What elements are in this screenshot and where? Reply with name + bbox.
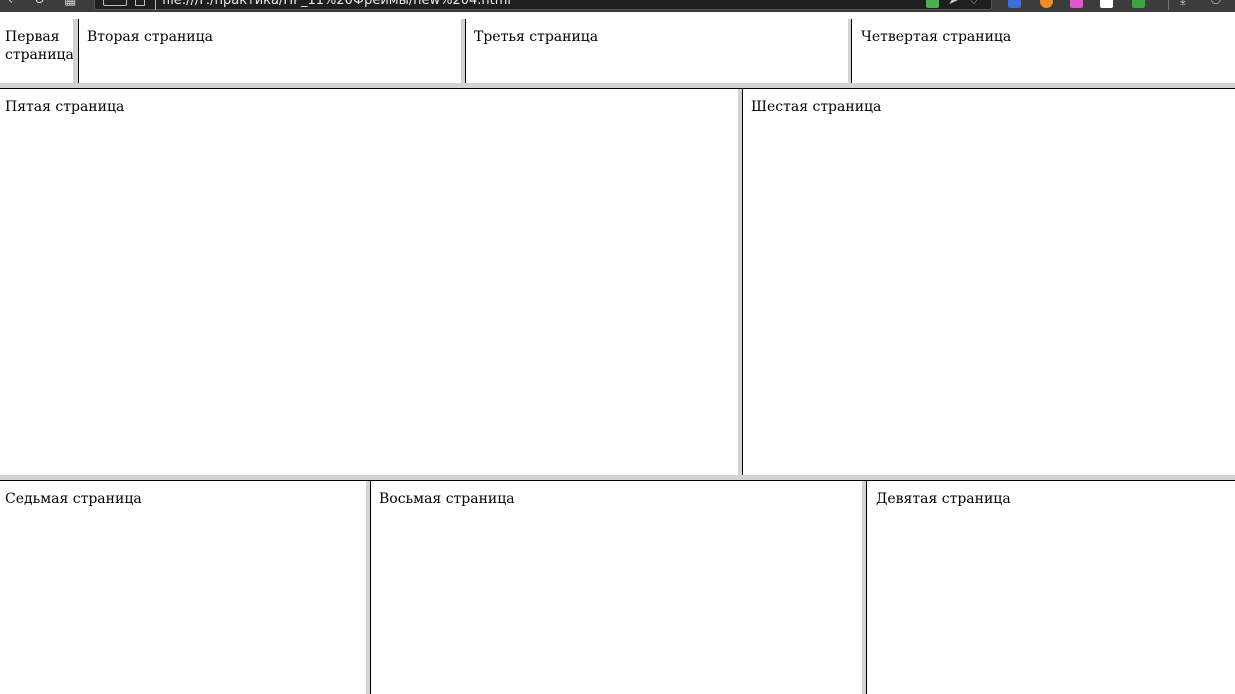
extension-blue-icon[interactable] <box>1008 0 1021 8</box>
frame-5-title: Пятая страница <box>5 99 125 115</box>
browser-toolbar: ‹ ↻ ▦ file:///F:/практика/ПР_11%20Фреймы… <box>0 0 1235 12</box>
frame-2: Вторая страница <box>78 19 461 83</box>
download-icon[interactable]: ⤓ <box>1180 0 1194 8</box>
heart-icon[interactable]: ♡ <box>968 0 982 8</box>
frame-7: Седьмая страница <box>0 481 366 694</box>
toolbar-divider <box>1168 0 1169 10</box>
frame-8-title: Восьмая страница <box>379 491 515 507</box>
frame-1-title: Первая страница <box>5 29 73 63</box>
frame-8: Восьмая страница <box>370 481 862 694</box>
frame-3: Третья страница <box>465 19 848 83</box>
address-separator <box>155 0 156 10</box>
page-icon <box>135 0 145 6</box>
extension-white-icon[interactable] <box>1100 0 1113 8</box>
frame-4-title: Четвертая страница <box>861 29 1012 45</box>
frame-6: Шестая страница <box>742 89 1235 475</box>
site-info-icon[interactable] <box>103 0 127 6</box>
frame-7-title: Седьмая страница <box>5 491 142 507</box>
tabs-grid-icon[interactable]: ▦ <box>64 0 78 8</box>
frame-3-title: Третья страница <box>474 29 599 45</box>
reload-icon[interactable]: ↻ <box>34 0 48 8</box>
profile-icon[interactable]: ⚇ <box>1210 0 1224 8</box>
back-icon[interactable]: ‹ <box>8 0 22 8</box>
extension-icon[interactable] <box>926 0 939 8</box>
frame-1: Первая страница <box>0 19 73 83</box>
frame-2-title: Вторая страница <box>87 29 213 45</box>
address-text[interactable]: file:///F:/практика/ПР_11%20Фреймы/new%2… <box>162 0 511 8</box>
frame-6-title: Шестая страница <box>751 99 882 115</box>
frame-5: Пятая страница <box>0 89 738 475</box>
frame-9: Девятая страница <box>866 481 1235 694</box>
send-icon[interactable]: ➤ <box>948 0 962 8</box>
extension-orange-icon[interactable] <box>1040 0 1053 8</box>
frame-9-title: Девятая страница <box>876 491 1011 507</box>
extension-green-icon[interactable] <box>1132 0 1145 8</box>
frame-4: Четвертая страница <box>851 19 1235 83</box>
extension-pink-icon[interactable] <box>1070 0 1083 8</box>
